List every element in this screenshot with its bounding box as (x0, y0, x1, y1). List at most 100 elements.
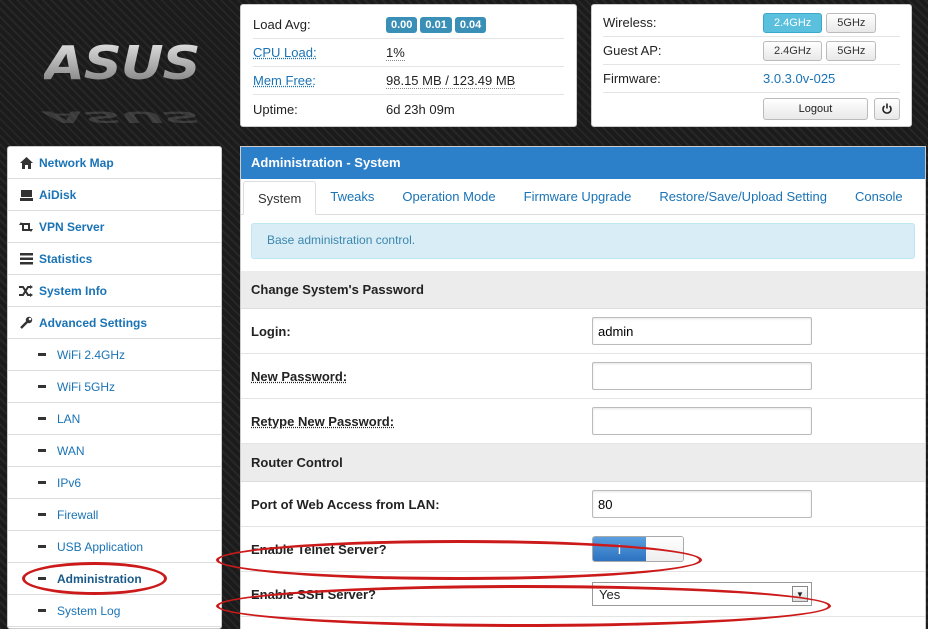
power-icon (882, 103, 892, 114)
logo-reflection: ASUS (44, 107, 200, 127)
sidebar-item-network-map[interactable]: Network Map (8, 147, 221, 179)
sidebar-item-label: Statistics (39, 251, 93, 266)
sidebar-subitem-system-log[interactable]: System Log (8, 595, 221, 627)
subitem-label: WiFi 2.4GHz (57, 347, 126, 362)
retweet-icon (19, 220, 33, 234)
uptime-label: Uptime: (253, 101, 298, 117)
uptime-value: 6d 23h 09m (386, 101, 455, 117)
sidebar-subitem-usb-application[interactable]: USB Application (8, 531, 221, 563)
tab-restore-save-upload[interactable]: Restore/Save/Upload Setting (645, 180, 841, 214)
tab-tweaks[interactable]: Tweaks (316, 180, 388, 214)
telnet-toggle[interactable]: I (592, 536, 684, 562)
retype-password-row: Retype New Password: (241, 399, 925, 444)
home-icon (19, 156, 33, 170)
mem-free-value: 98.15 MB / 123.49 MB (386, 72, 516, 89)
dash-icon (38, 513, 46, 516)
sidebar-subitem-wan[interactable]: WAN (8, 435, 221, 467)
dash-icon (38, 353, 46, 356)
main-panel: Administration - System System Tweaks Op… (240, 146, 926, 629)
tab-firmware-upgrade[interactable]: Firmware Upgrade (510, 180, 646, 214)
sidebar-item-label: Network Map (39, 155, 114, 170)
guest-ap-row: Guest AP: 2.4GHz 5GHz (603, 37, 900, 65)
firmware-row: Firmware: 3.0.3.0v-025 (603, 65, 900, 93)
telnet-label: Enable Telnet Server? (251, 541, 387, 557)
guest-ap-label: Guest AP: (603, 43, 662, 58)
sidebar-subitem-ipv6[interactable]: IPv6 (8, 467, 221, 499)
firmware-version-link[interactable]: 3.0.3.0v-025 (763, 71, 835, 86)
sidebar-item-label: Advanced Settings (39, 315, 148, 330)
cpu-load-value: 1% (386, 44, 405, 61)
subitem-label: Firewall (57, 507, 99, 522)
load-avg-badges: 0.00 0.01 0.04 (386, 16, 489, 33)
telnet-row: Enable Telnet Server? I (241, 527, 925, 572)
sidebar-item-statistics[interactable]: Statistics (8, 243, 221, 275)
dash-icon (38, 577, 46, 580)
sidebar-item-aidisk[interactable]: AiDisk (8, 179, 221, 211)
guest-5ghz-button[interactable]: 5GHz (826, 40, 877, 61)
ssh-row: Enable SSH Server? Yes ▼ (241, 572, 925, 617)
subitem-label: USB Application (57, 539, 144, 554)
login-row: Login: (241, 309, 925, 354)
password-section-title: Change System's Password (241, 271, 925, 309)
login-input[interactable] (592, 317, 812, 345)
sidebar-subitem-lan[interactable]: LAN (8, 403, 221, 435)
shuffle-icon (19, 284, 33, 298)
sidebar-subitem-firewall[interactable]: Firewall (8, 499, 221, 531)
port-label: Port of Web Access from LAN: (251, 496, 440, 512)
cpu-load-link[interactable]: CPU Load: (253, 45, 386, 60)
logout-row: Logout (603, 93, 900, 125)
login-label: Login: (251, 323, 291, 339)
sidebar-item-vpn-server[interactable]: VPN Server (8, 211, 221, 243)
wireless-24ghz-button[interactable]: 2.4GHz (763, 12, 823, 33)
info-alert: Base administration control. (251, 223, 915, 259)
wireless-label: Wireless: (603, 15, 657, 30)
new-password-label: New Password: (251, 368, 348, 384)
mem-free-link[interactable]: Mem Free: (253, 73, 386, 88)
sidebar-item-advanced-settings[interactable]: Advanced Settings (8, 307, 221, 339)
sidebar-item-label: AiDisk (39, 187, 77, 202)
subitem-label: System Log (57, 603, 121, 618)
new-password-input[interactable] (592, 362, 812, 390)
tab-console[interactable]: Console (841, 180, 917, 214)
subitem-label: WAN (57, 443, 85, 458)
disk-icon (19, 188, 33, 202)
tab-operation-mode[interactable]: Operation Mode (388, 180, 509, 214)
sidebar: Network Map AiDisk VPN Server Statistics… (7, 146, 222, 629)
dash-icon (38, 481, 46, 484)
guest-24ghz-button[interactable]: 2.4GHz (763, 40, 823, 61)
sidebar-subitem-administration[interactable]: Administration (8, 563, 221, 595)
asus-logo: ASUS ASUS (44, 38, 201, 127)
load-avg-badge: 0.00 (386, 16, 418, 33)
retype-password-input[interactable] (592, 407, 812, 435)
retype-password-label: Retype New Password: (251, 413, 395, 429)
chevron-down-icon: ▼ (792, 586, 808, 602)
tab-bar: System Tweaks Operation Mode Firmware Up… (241, 179, 925, 215)
toggle-off-side (646, 537, 683, 561)
router-section-title: Router Control (241, 444, 925, 482)
logout-button[interactable]: Logout (763, 98, 868, 120)
ssh-select[interactable]: Yes ▼ (592, 582, 812, 606)
wrench-icon (19, 316, 33, 330)
dash-icon (38, 449, 46, 452)
sidebar-subitem-wifi-5ghz[interactable]: WiFi 5GHz (8, 371, 221, 403)
port-input[interactable] (592, 490, 812, 518)
load-avg-row: Load Avg: 0.00 0.01 0.04 (253, 11, 564, 39)
wireless-5ghz-button[interactable]: 5GHz (826, 12, 877, 33)
toggle-on-indicator: I (593, 537, 646, 561)
ssh-select-value: Yes (599, 586, 621, 602)
cpu-load-row: CPU Load: 1% (253, 39, 564, 67)
subitem-label: Administration (57, 571, 142, 586)
subitem-label: LAN (57, 411, 81, 426)
sidebar-subitem-wifi-24ghz[interactable]: WiFi 2.4GHz (8, 339, 221, 371)
tab-system[interactable]: System (243, 181, 317, 215)
sidebar-item-system-info[interactable]: System Info (8, 275, 221, 307)
dash-icon (38, 545, 46, 548)
sidebar-item-label: System Info (39, 283, 108, 298)
port-row: Port of Web Access from LAN: (241, 482, 925, 527)
list-icon (19, 252, 33, 266)
uptime-row: Uptime: 6d 23h 09m (253, 95, 564, 123)
power-button[interactable] (873, 98, 900, 120)
mem-free-row: Mem Free: 98.15 MB / 123.49 MB (253, 67, 564, 95)
dash-icon (38, 385, 46, 388)
subitem-label: WiFi 5GHz (57, 379, 115, 394)
